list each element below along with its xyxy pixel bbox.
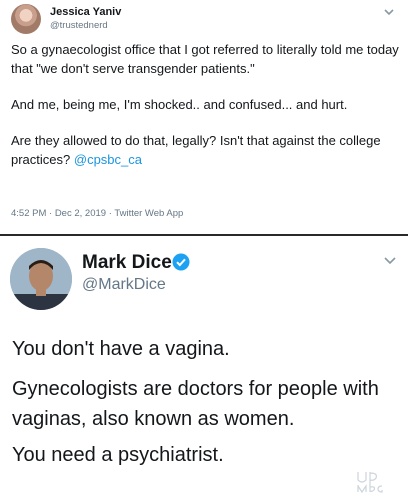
- user-handle[interactable]: @trustednerd: [50, 20, 108, 31]
- tweet-paragraph: So a gynaecologist office that I got ref…: [11, 42, 399, 76]
- tweet-paragraph-text: Are they allowed to do that, legally? Is…: [11, 133, 381, 167]
- tweet-text: You don't have a vagina. Gynecologists a…: [12, 334, 404, 470]
- tweet-paragraph: Are they allowed to do that, legally? Is…: [11, 131, 401, 169]
- mention-link[interactable]: @cpsbc_ca: [74, 152, 142, 167]
- tweet-card-jessica: Jessica Yaniv @trustednerd So a gynaecol…: [0, 0, 408, 236]
- tweet-text: So a gynaecologist office that I got ref…: [11, 40, 401, 186]
- chevron-down-icon[interactable]: [382, 252, 398, 268]
- avatar-image: [10, 248, 72, 310]
- avatar[interactable]: [11, 4, 41, 34]
- avatar[interactable]: [10, 248, 72, 310]
- tweet-paragraph: You need a psychiatrist.: [12, 444, 224, 466]
- user-handle[interactable]: @MarkDice: [82, 276, 166, 294]
- tweet-meta[interactable]: 4:52 PM · Dec 2, 2019 · Twitter Web App: [11, 208, 183, 219]
- watermark-logo: [357, 472, 383, 494]
- tweet-paragraph: Gynecologists are doctors for people wit…: [12, 378, 379, 430]
- tweet-card-markdice: Mark Dice @MarkDice You don't have a vag…: [0, 236, 408, 500]
- tweet-paragraph: And me, being me, I'm shocked.. and conf…: [11, 97, 348, 112]
- tweet-paragraph: You don't have a vagina.: [12, 338, 230, 360]
- verified-badge-icon: [172, 253, 190, 271]
- display-name[interactable]: Jessica Yaniv: [50, 6, 121, 18]
- chevron-down-icon[interactable]: [382, 5, 396, 19]
- display-name[interactable]: Mark Dice: [82, 252, 172, 274]
